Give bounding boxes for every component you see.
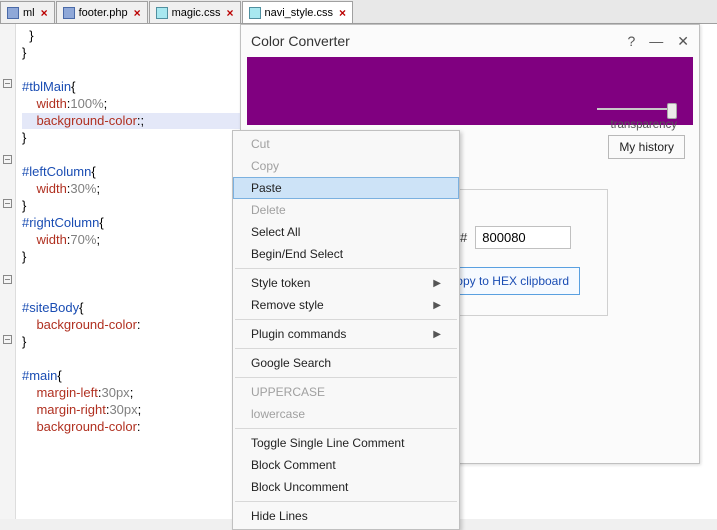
help-icon[interactable]: ? xyxy=(627,33,635,50)
separator xyxy=(235,348,457,349)
ctx-remove-style[interactable]: Remove style▶ xyxy=(233,294,459,316)
css-file-icon xyxy=(156,7,168,19)
separator xyxy=(235,319,457,320)
ctx-toggle-sl-comment[interactable]: Toggle Single Line Comment xyxy=(233,432,459,454)
slider-thumb-icon[interactable] xyxy=(667,103,677,119)
ctx-uppercase[interactable]: UPPERCASE xyxy=(233,381,459,403)
separator xyxy=(235,377,457,378)
ctx-plugin[interactable]: Plugin commands▶ xyxy=(233,323,459,345)
tab-navi-style[interactable]: navi_style.css× xyxy=(242,1,354,23)
chevron-right-icon: ▶ xyxy=(433,329,441,340)
ctx-select-all[interactable]: Select All xyxy=(233,221,459,243)
tab-close-icon[interactable]: × xyxy=(41,6,48,20)
tab-close-icon[interactable]: × xyxy=(134,6,141,20)
fold-toggle-icon[interactable] xyxy=(3,155,12,164)
transparency-control: transparency xyxy=(591,103,677,131)
ctx-paste[interactable]: Paste xyxy=(233,177,459,199)
context-menu: Cut Copy Paste Delete Select All Begin/E… xyxy=(232,130,460,530)
ctx-hide-lines[interactable]: Hide Lines xyxy=(233,505,459,527)
php-file-icon xyxy=(63,7,75,19)
chevron-right-icon: ▶ xyxy=(433,300,441,311)
fold-gutter xyxy=(0,24,16,519)
panel-title-text: Color Converter xyxy=(251,33,350,49)
tab-close-icon[interactable]: × xyxy=(339,6,346,20)
ctx-cut[interactable]: Cut xyxy=(233,133,459,155)
panel-titlebar[interactable]: Color Converter ? — ✕ xyxy=(241,25,699,57)
ctx-copy[interactable]: Copy xyxy=(233,155,459,177)
fold-toggle-icon[interactable] xyxy=(3,79,12,88)
hash-label: # xyxy=(460,230,467,245)
ctx-begin-end[interactable]: Begin/End Select xyxy=(233,243,459,265)
transparency-label: transparency xyxy=(611,119,677,131)
tab-magic[interactable]: magic.css× xyxy=(149,1,241,23)
ctx-lowercase[interactable]: lowercase xyxy=(233,403,459,425)
css-file-icon xyxy=(249,7,261,19)
hex-input[interactable] xyxy=(475,226,571,249)
ctx-google[interactable]: Google Search xyxy=(233,352,459,374)
tab-close-icon[interactable]: × xyxy=(226,6,233,20)
chevron-right-icon: ▶ xyxy=(433,278,441,289)
fold-toggle-icon[interactable] xyxy=(3,335,12,344)
ctx-delete[interactable]: Delete xyxy=(233,199,459,221)
minimize-icon[interactable]: — xyxy=(649,33,663,50)
ctx-block-uncomment[interactable]: Block Uncomment xyxy=(233,476,459,498)
fold-toggle-icon[interactable] xyxy=(3,199,12,208)
ctx-style-token[interactable]: Style token▶ xyxy=(233,272,459,294)
separator xyxy=(235,268,457,269)
tab-bar: ml× footer.php× magic.css× navi_style.cs… xyxy=(0,0,717,24)
my-history-button[interactable]: My history xyxy=(608,135,685,159)
transparency-slider[interactable] xyxy=(597,103,677,115)
tab-footer[interactable]: footer.php× xyxy=(56,1,148,23)
separator xyxy=(235,428,457,429)
ctx-block-comment[interactable]: Block Comment xyxy=(233,454,459,476)
php-file-icon xyxy=(7,7,19,19)
fold-toggle-icon[interactable] xyxy=(3,275,12,284)
separator xyxy=(235,501,457,502)
tab-ml[interactable]: ml× xyxy=(0,1,55,23)
close-icon[interactable]: ✕ xyxy=(677,33,689,50)
